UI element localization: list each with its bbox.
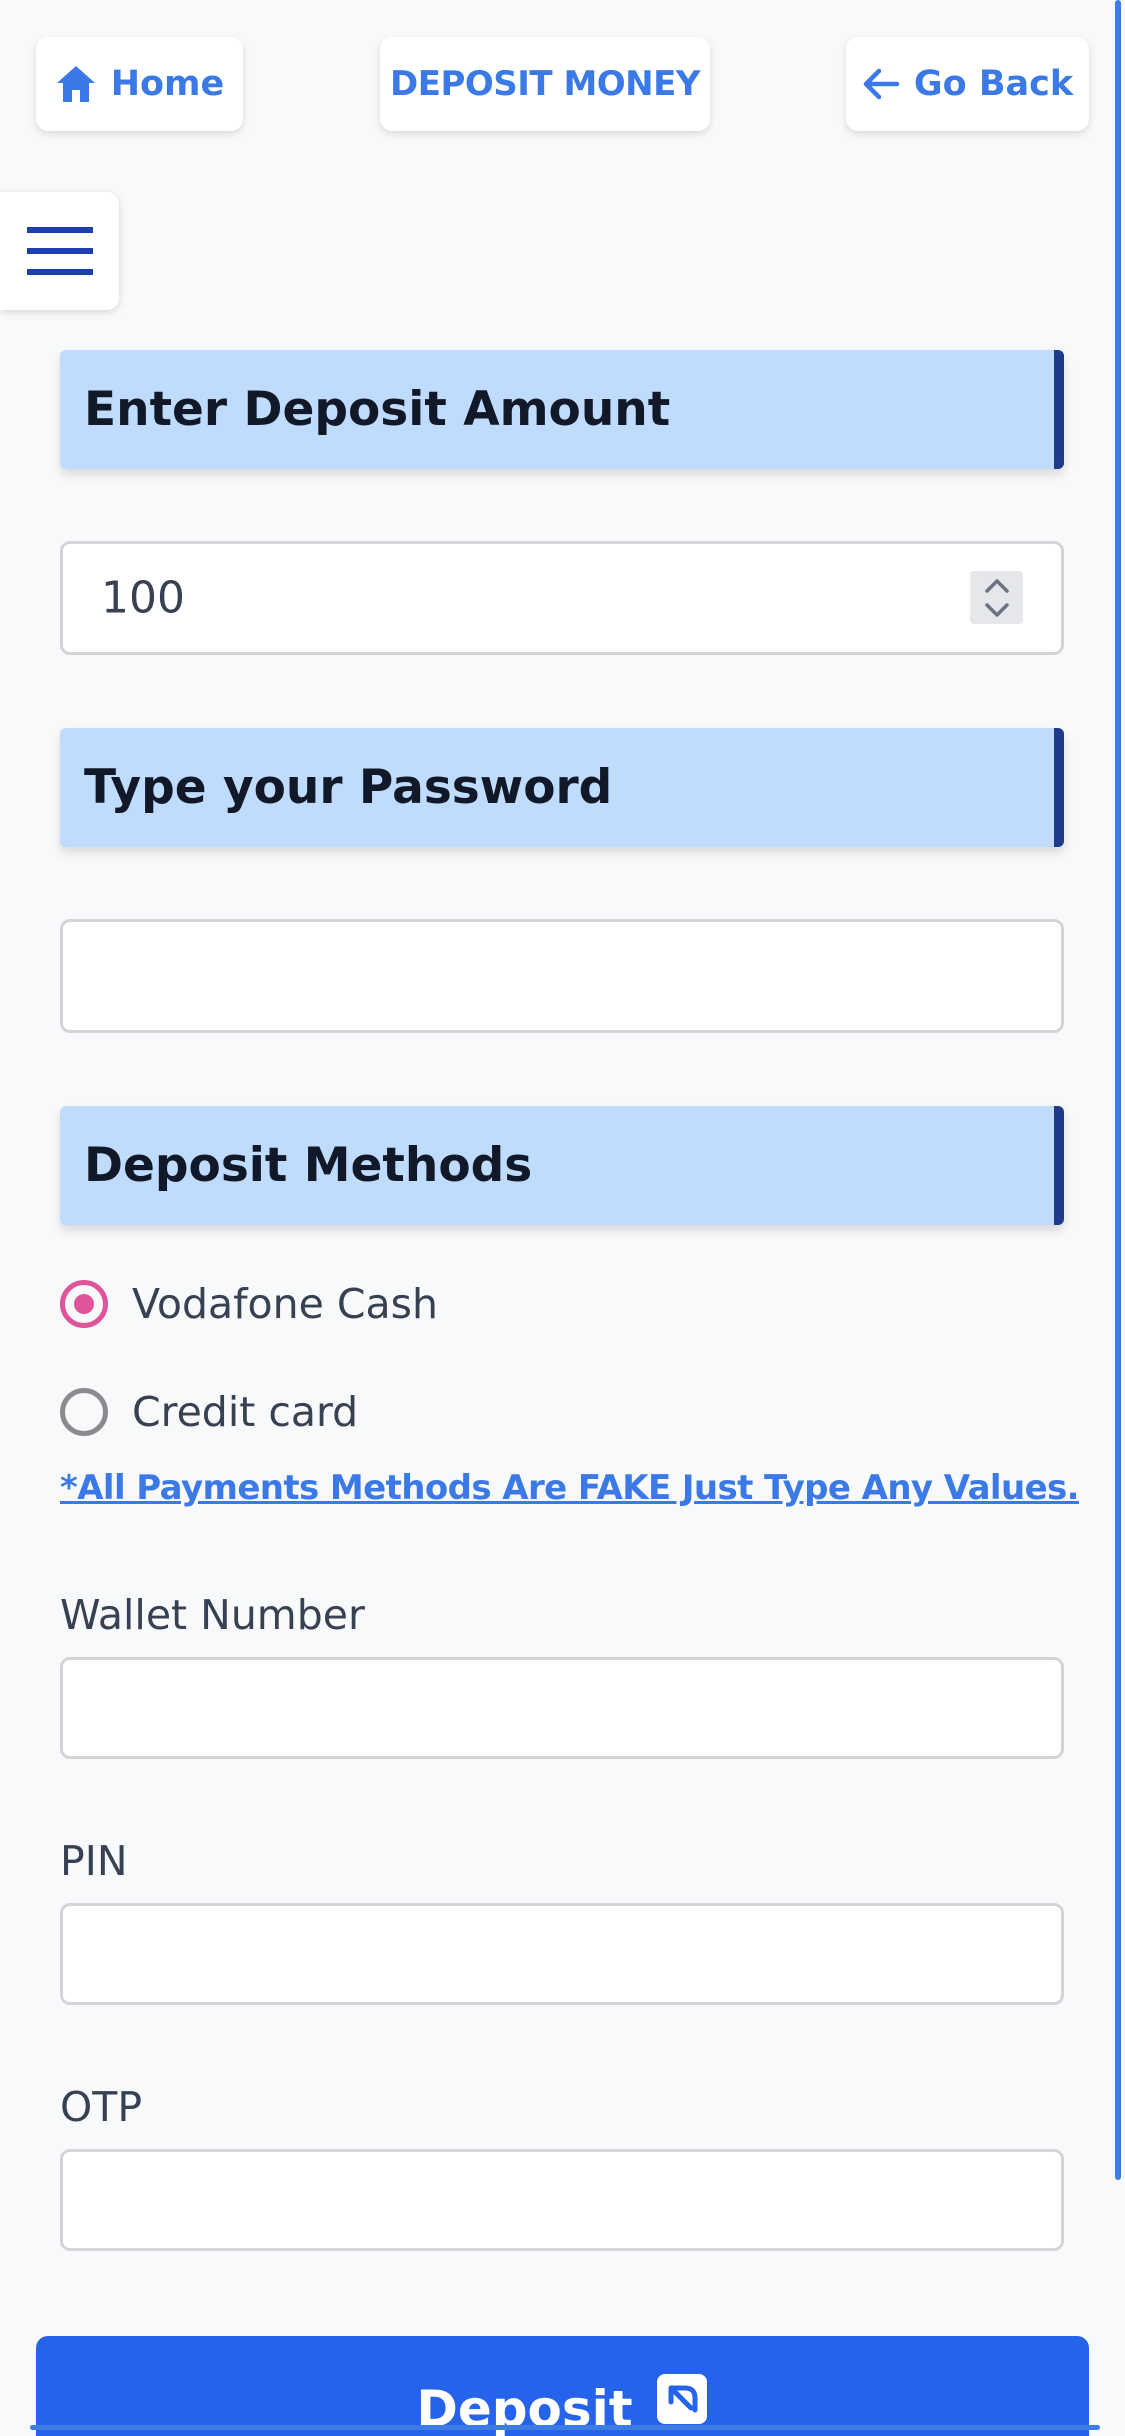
methods-section-header: Deposit Methods <box>60 1106 1064 1225</box>
otp-input[interactable] <box>60 2149 1064 2251</box>
password-input[interactable] <box>60 919 1064 1033</box>
pin-label: PIN <box>60 1837 128 1885</box>
radio-unchecked[interactable] <box>60 1388 108 1436</box>
scrollbar[interactable] <box>1115 0 1121 2180</box>
password-section-header: Type your Password <box>60 728 1064 847</box>
methods-section-title: Deposit Methods <box>84 1138 533 1193</box>
amount-section-title: Enter Deposit Amount <box>84 382 671 437</box>
home-icon <box>56 66 95 102</box>
fake-payments-note-link[interactable]: *All Payments Methods Are FAKE Just Type… <box>60 1468 1080 1508</box>
home-button-label: Home <box>110 64 225 104</box>
go-back-label: Go Back <box>913 64 1074 104</box>
home-button[interactable]: Home <box>36 37 243 131</box>
otp-label: OTP <box>60 2083 143 2131</box>
amount-stepper[interactable] <box>970 571 1023 624</box>
password-section-title: Type your Password <box>84 760 613 815</box>
go-back-button[interactable]: Go Back <box>846 37 1089 131</box>
deposit-page: Home DEPOSIT MONEY Go Back Enter Deposit… <box>0 0 1125 2436</box>
wallet-number-input[interactable] <box>60 1657 1064 1759</box>
page-title-button[interactable]: DEPOSIT MONEY <box>380 37 710 131</box>
bottom-scroll-indicator <box>30 2425 1100 2430</box>
method-label: Credit card <box>132 1388 359 1436</box>
page-title: DEPOSIT MONEY <box>390 64 700 104</box>
arrow-left-icon <box>863 68 900 100</box>
amount-value: 100 <box>101 572 185 624</box>
radio-checked[interactable] <box>60 1280 108 1328</box>
amount-input[interactable]: 100 <box>60 541 1064 655</box>
amount-section-header: Enter Deposit Amount <box>60 350 1064 469</box>
pin-input[interactable] <box>60 1903 1064 2005</box>
menu-button[interactable] <box>0 192 119 310</box>
method-option-vodafone-cash[interactable]: Vodafone Cash <box>60 1280 438 1328</box>
stepper-arrows-icon <box>984 578 1009 617</box>
deposit-icon <box>656 2374 707 2424</box>
wallet-number-label: Wallet Number <box>60 1591 365 1639</box>
hamburger-menu-icon <box>26 227 93 275</box>
method-label: Vodafone Cash <box>132 1280 438 1328</box>
method-option-credit-card[interactable]: Credit card <box>60 1388 358 1436</box>
deposit-button[interactable]: Deposit <box>36 2336 1089 2436</box>
